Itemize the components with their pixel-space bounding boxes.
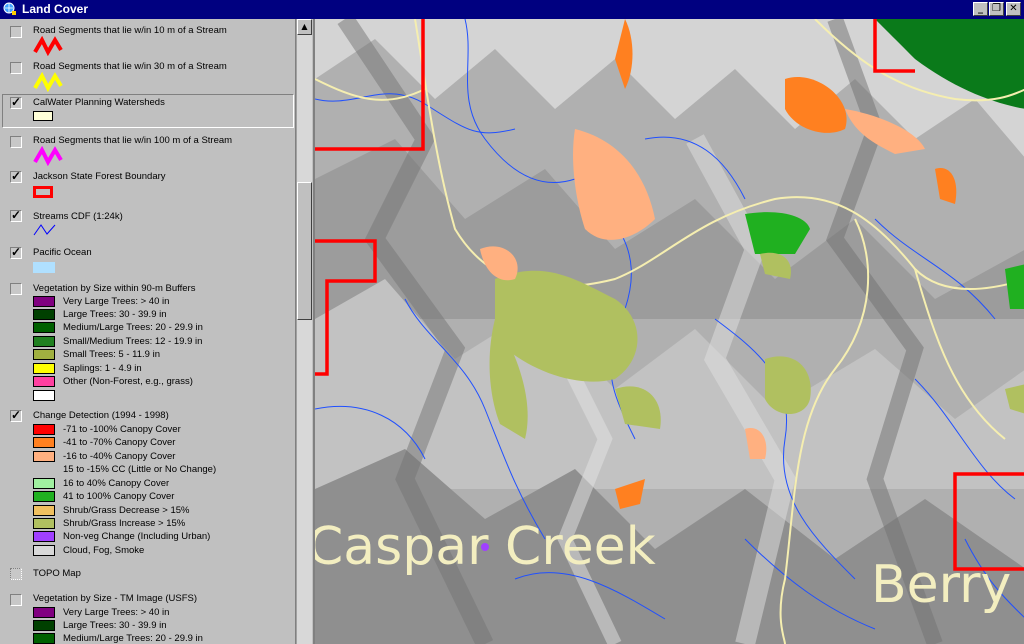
layer-checkbox[interactable]: ✓	[10, 246, 22, 259]
legend-swatch	[33, 296, 55, 307]
map-view[interactable]: Caspar Creek Berry	[313, 19, 1024, 644]
legend-swatch	[33, 451, 55, 462]
layer-checkbox[interactable]	[10, 62, 22, 74]
layer-checkbox[interactable]: ✓	[10, 409, 22, 422]
legend-item-label: Medium/Large Trees: 20 - 29.9 in	[63, 633, 203, 644]
legend-swatch	[33, 620, 55, 631]
legend-swatch	[33, 607, 55, 618]
layer-checkbox[interactable]	[10, 26, 22, 38]
legend-item-label: Large Trees: 30 - 39.9 in	[63, 620, 167, 631]
road-zigzag-magenta-icon	[33, 146, 63, 166]
legend-swatch	[33, 545, 55, 556]
legend-item-label: Very Large Trees: > 40 in	[63, 296, 170, 307]
close-button[interactable]: ✕	[1006, 2, 1021, 16]
legend-swatch	[33, 518, 55, 529]
legend-swatch	[33, 363, 55, 374]
legend-item-label: Shrub/Grass Increase > 15%	[63, 518, 186, 529]
layer-label[interactable]: Vegetation by Size - TM Image (USFS)	[33, 593, 197, 604]
legend-swatch	[33, 424, 55, 435]
layer-checkbox[interactable]: ✓	[10, 209, 22, 222]
window-titlebar[interactable]: Land Cover _ ❐ ✕	[0, 0, 1024, 19]
legend-swatch	[33, 336, 55, 347]
legend-swatch	[33, 309, 55, 320]
restore-button[interactable]: ❐	[989, 2, 1004, 16]
legend-item-label: -16 to -40% Canopy Cover	[63, 451, 176, 462]
legend-item-label: Non-veg Change (Including Urban)	[63, 531, 211, 542]
map-label-caspar-creek: Caspar Creek	[313, 517, 656, 577]
forest-boundary-swatch	[33, 186, 53, 198]
legend-panel: Road Segments that lie w/in 10 m of a St…	[0, 19, 295, 644]
layer-label[interactable]: Road Segments that lie w/in 100 m of a S…	[33, 135, 232, 146]
legend-swatch	[33, 322, 55, 333]
layer-label[interactable]: Change Detection (1994 - 1998)	[33, 410, 169, 421]
stream-line-icon	[33, 224, 56, 236]
scroll-thumb[interactable]	[297, 182, 312, 320]
legend-item-label: Large Trees: 30 - 39.9 in	[63, 309, 167, 320]
legend-item-label: Small Trees: 5 - 11.9 in	[63, 349, 160, 360]
watershed-swatch	[33, 111, 53, 121]
layer-label[interactable]: Road Segments that lie w/in 30 m of a St…	[33, 61, 227, 72]
legend-item-label: 41 to 100% Canopy Cover	[63, 491, 175, 502]
legend-item-label: Other (Non-Forest, e.g., grass)	[63, 376, 193, 387]
legend-swatch	[33, 376, 55, 387]
window-title: Land Cover	[22, 2, 89, 16]
layer-label[interactable]: Streams CDF (1:24k)	[33, 211, 123, 222]
legend-item-label: Saplings: 1 - 4.9 in	[63, 363, 142, 374]
legend-swatch	[33, 633, 55, 644]
legend-swatch	[33, 390, 55, 401]
legend-item-label: 15 to -15% CC (Little or No Change)	[63, 464, 217, 475]
minimize-button[interactable]: _	[973, 2, 988, 16]
layer-checkbox[interactable]: ✓	[10, 96, 22, 109]
legend-scrollbar[interactable]: ▲	[296, 19, 312, 644]
layer-label[interactable]: Pacific Ocean	[33, 247, 92, 258]
legend-item-label: -71 to -100% Canopy Cover	[63, 424, 181, 435]
legend-item-label: Very Large Trees: > 40 in	[63, 607, 170, 618]
layer-label[interactable]: Jackson State Forest Boundary	[33, 171, 166, 182]
layer-label[interactable]: Road Segments that lie w/in 10 m of a St…	[33, 25, 227, 36]
scroll-up-button[interactable]: ▲	[297, 19, 312, 35]
legend-item-label: -41 to -70% Canopy Cover	[63, 437, 176, 448]
layer-checkbox[interactable]	[10, 283, 22, 295]
road-zigzag-yellow-icon	[33, 72, 63, 92]
legend-swatch	[33, 531, 55, 542]
layer-checkbox[interactable]	[10, 568, 22, 580]
legend-item-label: 16 to 40% Canopy Cover	[63, 478, 170, 489]
legend-swatch	[33, 437, 55, 448]
road-zigzag-red-icon	[33, 36, 63, 56]
legend-swatch	[33, 349, 55, 360]
legend-swatch	[33, 505, 55, 516]
layer-checkbox[interactable]: ✓	[10, 170, 22, 183]
layer-checkbox[interactable]	[10, 136, 22, 148]
legend-item-label: Small/Medium Trees: 12 - 19.9 in	[63, 336, 203, 347]
layer-label[interactable]: Vegetation by Size within 90-m Buffers	[33, 283, 195, 294]
layer-label[interactable]: CalWater Planning Watersheds	[33, 97, 165, 108]
ocean-swatch	[33, 262, 55, 273]
map-label-berry: Berry	[871, 555, 1012, 615]
legend-swatch	[33, 491, 55, 502]
legend-item-label: Shrub/Grass Decrease > 15%	[63, 505, 190, 516]
layer-checkbox[interactable]	[10, 594, 22, 606]
globe-icon	[3, 2, 16, 15]
legend-swatch	[33, 478, 55, 489]
legend-item-label: Medium/Large Trees: 20 - 29.9 in	[63, 322, 203, 333]
legend-item-label: Cloud, Fog, Smoke	[63, 545, 145, 556]
layer-label[interactable]: TOPO Map	[33, 568, 81, 579]
